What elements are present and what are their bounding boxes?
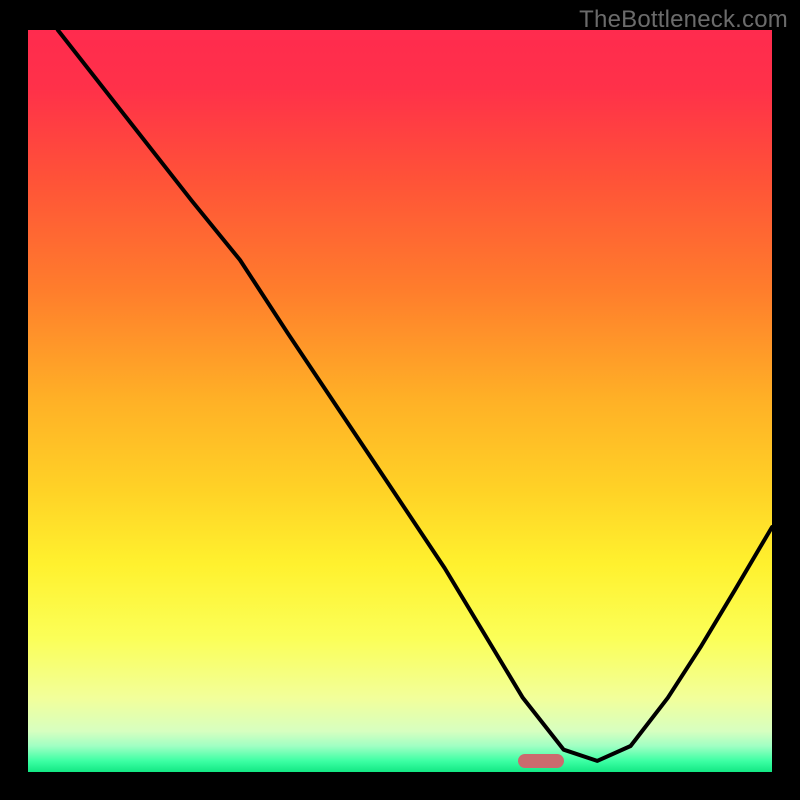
- watermark-text: TheBottleneck.com: [579, 6, 788, 34]
- optimal-marker: [518, 754, 564, 768]
- chart-plot-area: [28, 30, 772, 772]
- gradient-rect: [28, 30, 772, 772]
- chart-svg: [28, 30, 772, 772]
